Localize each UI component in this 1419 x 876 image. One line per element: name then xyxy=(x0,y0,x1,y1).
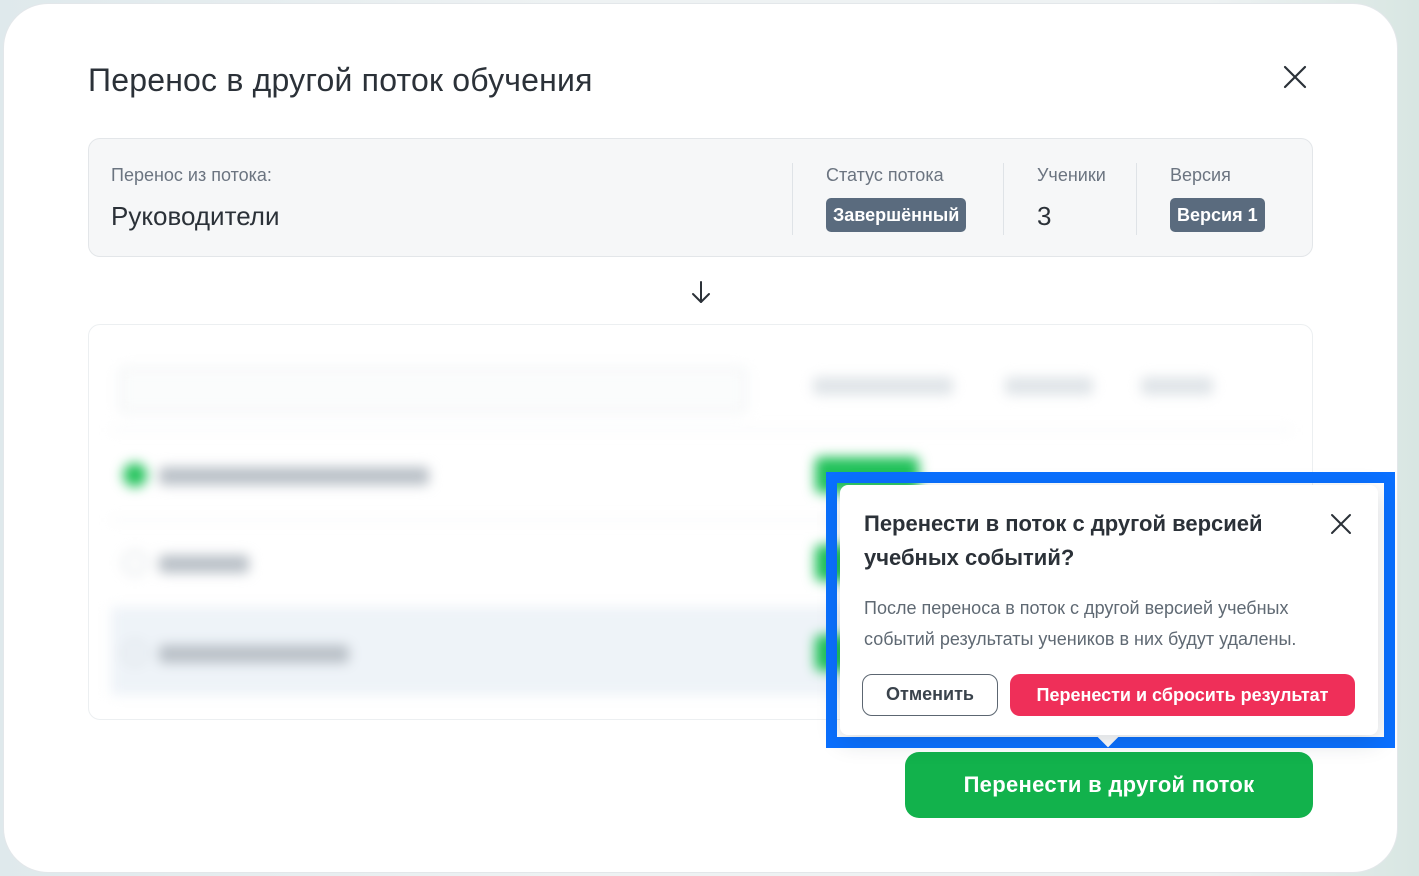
radio xyxy=(123,551,147,575)
status-badge: Завершённый xyxy=(826,198,967,232)
students-count: 3 xyxy=(1037,201,1052,231)
confirm-reset-button[interactable]: Перенести и сбросить результат xyxy=(1010,674,1355,716)
divider xyxy=(1136,163,1137,235)
radio xyxy=(123,641,147,665)
version-badge: Версия 1 xyxy=(1170,198,1265,232)
divider xyxy=(1003,163,1004,235)
divider xyxy=(111,429,1291,431)
students-label: Ученики xyxy=(1037,165,1106,185)
list-item xyxy=(159,467,429,485)
column-header xyxy=(813,377,953,395)
divider xyxy=(792,163,793,235)
radio-selected xyxy=(123,463,147,487)
source-stream-card: Перенос из потока: Руководители Статус п… xyxy=(88,138,1313,257)
search-input xyxy=(119,367,747,413)
list-item xyxy=(159,555,249,573)
popover-text: После переноса в поток с другой версией … xyxy=(864,598,1297,649)
transfer-button[interactable]: Перенести в другой поток xyxy=(905,752,1313,818)
status-label: Статус потока xyxy=(826,165,944,185)
arrow-down-icon xyxy=(690,280,712,306)
popover-title: Перенести в поток с другой версией учебн… xyxy=(864,511,1263,570)
column-header xyxy=(1141,377,1213,395)
close-icon[interactable] xyxy=(1330,513,1352,535)
version-label: Версия xyxy=(1170,165,1231,185)
cancel-button[interactable]: Отменить xyxy=(862,674,998,716)
list-item xyxy=(159,645,349,663)
confirm-popover: Перенести в поток с другой версией учебн… xyxy=(840,485,1378,735)
close-icon[interactable] xyxy=(1280,62,1310,92)
source-stream-name: Руководители xyxy=(111,201,280,231)
dialog-title: Перенос в другой поток обучения xyxy=(88,62,593,98)
source-from-label: Перенос из потока: xyxy=(111,165,272,185)
column-header xyxy=(1005,377,1093,395)
